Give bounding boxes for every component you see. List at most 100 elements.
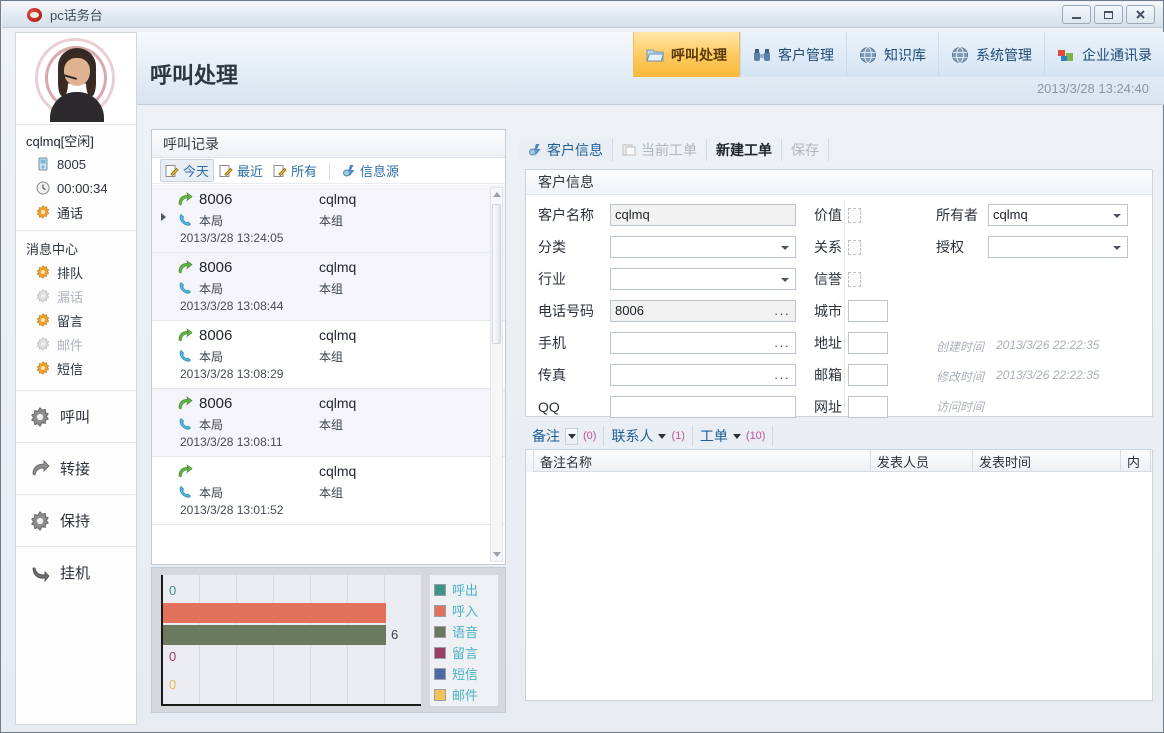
filter-recent-button[interactable]: 最近 <box>214 159 268 182</box>
relation-rating-control[interactable] <box>848 239 861 255</box>
call-record-row[interactable]: 8006 cqlmq 本局 本组 2013/3/28 13:08:29 <box>152 321 505 389</box>
fax-field[interactable]: ··· <box>610 364 796 386</box>
customer-info-icon <box>528 143 542 157</box>
call-record-row[interactable]: 8006 cqlmq 本局 本组 2013/3/28 13:08:44 <box>152 253 505 321</box>
remarks-dropdown-button[interactable] <box>565 427 578 445</box>
call-records-list[interactable]: 8006 cqlmq 本局 本组 2013/3/28 13:24:05 8006… <box>152 185 505 564</box>
tab-customer-management[interactable]: 客户管理 <box>740 32 846 77</box>
gear-gray-icon <box>36 289 50 303</box>
qq-field[interactable] <box>610 396 796 418</box>
tab-customer-info[interactable]: 客户信息 <box>519 139 613 161</box>
records-scrollbar[interactable] <box>490 187 503 562</box>
phone-browse-icon[interactable]: ··· <box>774 304 790 324</box>
tab-current-ticket[interactable]: 当前工单 <box>613 139 707 161</box>
mobile-field[interactable]: ··· <box>610 332 796 354</box>
save-button[interactable]: 保存 <box>782 139 829 161</box>
column-header-publish-time[interactable]: 发表时间 <box>973 450 1121 471</box>
call-record-row[interactable]: 8006 cqlmq 本局 本组 2013/3/28 13:08:11 <box>152 389 505 457</box>
filter-today-button[interactable]: 今天 <box>160 159 215 182</box>
column-header-author[interactable]: 发表人员 <box>871 450 973 471</box>
customer-name-field[interactable]: cqlmq <box>610 204 796 226</box>
record-location: 本局 <box>199 417 224 432</box>
tab-enterprise-directory[interactable]: 企业通讯录 <box>1044 32 1164 77</box>
tab-contacts[interactable]: 联系人 (1) <box>604 426 693 446</box>
label-modified-time: 修改时间 <box>936 370 985 384</box>
sidebar-action-transfer[interactable]: 转接 <box>16 442 136 494</box>
filter-all-label: 所有 <box>291 164 318 179</box>
label-created-time: 创建时间 <box>936 340 985 354</box>
sidebar-item-missed[interactable]: 漏话 <box>16 284 136 308</box>
sidebar-item-timer[interactable]: 00:00:34 <box>16 176 136 200</box>
legend-swatch-voice <box>434 625 446 638</box>
sidebar-item-sms[interactable]: 短信 <box>16 356 136 380</box>
tab-new-ticket[interactable]: 新建工单 <box>707 139 782 161</box>
column-header-content[interactable]: 内 <box>1121 450 1151 471</box>
record-time: 2013/3/28 13:01:52 <box>180 503 284 517</box>
tab-tickets[interactable]: 工单 (10) <box>693 426 774 446</box>
bar-value-voice: 6 <box>391 627 399 642</box>
source-button[interactable]: 信息源 <box>337 159 404 182</box>
scrollbar-thumb[interactable] <box>492 204 501 344</box>
window-title: pc话务台 <box>50 8 103 23</box>
blocks-icon <box>1057 46 1075 64</box>
category-select[interactable] <box>610 236 796 258</box>
legend-item: 短信 <box>434 663 498 684</box>
tab-enterprise-directory-label: 企业通讯录 <box>1082 46 1152 63</box>
tab-system-management[interactable]: 系统管理 <box>938 32 1044 77</box>
credit-rating-control[interactable] <box>848 271 861 287</box>
sidebar-voicemail-label: 留言 <box>57 313 84 329</box>
transfer-arrow-icon <box>30 459 50 479</box>
record-number: 8006 <box>199 258 233 276</box>
city-field[interactable] <box>848 300 888 322</box>
chevron-down-icon[interactable] <box>658 433 667 439</box>
industry-select[interactable] <box>610 268 796 290</box>
filter-all-button[interactable]: 所有 <box>268 159 322 182</box>
save-button-label: 保存 <box>791 142 819 158</box>
page-header: 呼叫处理 2013/3/28 13:24:40 呼叫处理 客户管理 知识库 系统… <box>137 32 1164 105</box>
scroll-down-icon[interactable] <box>493 552 501 557</box>
legend-swatch-sms <box>434 667 446 680</box>
maximize-button[interactable] <box>1094 5 1123 24</box>
authorization-select[interactable] <box>988 236 1128 258</box>
sidebar-action-hold[interactable]: 保持 <box>16 494 136 546</box>
mailbox-field[interactable] <box>848 364 888 386</box>
record-user: cqlmq <box>319 463 357 479</box>
sidebar-action-call[interactable]: 呼叫 <box>16 390 136 442</box>
tab-remarks-label: 备注 <box>532 428 560 444</box>
address-field[interactable] <box>848 332 888 354</box>
phone-field[interactable]: 8006 ··· <box>610 300 796 322</box>
call-record-row[interactable]: cqlmq 本局 本组 2013/3/28 13:01:52 <box>152 457 505 525</box>
sidebar-item-email[interactable]: 邮件 <box>16 332 136 356</box>
tab-tickets-count: (10) <box>745 430 766 442</box>
tab-call-handling[interactable]: 呼叫处理 <box>633 32 740 77</box>
website-field[interactable] <box>848 396 888 418</box>
tab-remarks[interactable]: 备注 (0) <box>525 426 605 446</box>
main-nav-tabs: 呼叫处理 客户管理 知识库 系统管理 企业通讯录 <box>633 32 1164 77</box>
bar-value-message: 0 <box>169 649 177 664</box>
sidebar-item-talking[interactable]: 通话 <box>16 200 136 224</box>
value-rating-control[interactable] <box>848 207 861 223</box>
sidebar-action-hangup[interactable]: 挂机 <box>16 546 136 598</box>
legend-item: 留言 <box>434 642 498 663</box>
mobile-browse-icon[interactable]: ··· <box>774 336 790 356</box>
call-record-row[interactable]: 8006 cqlmq 本局 本组 2013/3/28 13:24:05 <box>152 185 505 253</box>
sidebar-item-queue[interactable]: 排队 <box>16 260 136 284</box>
chevron-down-icon[interactable] <box>732 433 741 439</box>
customer-panel: 客户信息 当前工单 新建工单 保存 客户信息 客户名称 cqlmq 分类 行业 … <box>519 137 1159 713</box>
tab-knowledge-base[interactable]: 知识库 <box>846 32 938 77</box>
scroll-up-icon[interactable] <box>493 192 501 197</box>
tab-customer-info-label: 客户信息 <box>547 142 603 158</box>
phone-device-icon <box>36 157 50 171</box>
sidebar-item-extension[interactable]: 8005 <box>16 152 136 176</box>
minimize-button[interactable] <box>1062 5 1091 24</box>
column-header-remark-name[interactable]: 备注名称 <box>534 450 871 471</box>
bar-value-email: 0 <box>169 677 177 692</box>
page-title: 呼叫处理 <box>150 63 239 88</box>
fax-browse-icon[interactable]: ··· <box>774 368 790 388</box>
legend-swatch-callin <box>434 604 446 617</box>
owner-select[interactable]: cqlmq <box>988 204 1128 226</box>
table-corner-cell <box>526 450 534 472</box>
agent-avatar <box>33 36 119 122</box>
close-button[interactable] <box>1126 5 1155 24</box>
sidebar-item-voicemail[interactable]: 留言 <box>16 308 136 332</box>
